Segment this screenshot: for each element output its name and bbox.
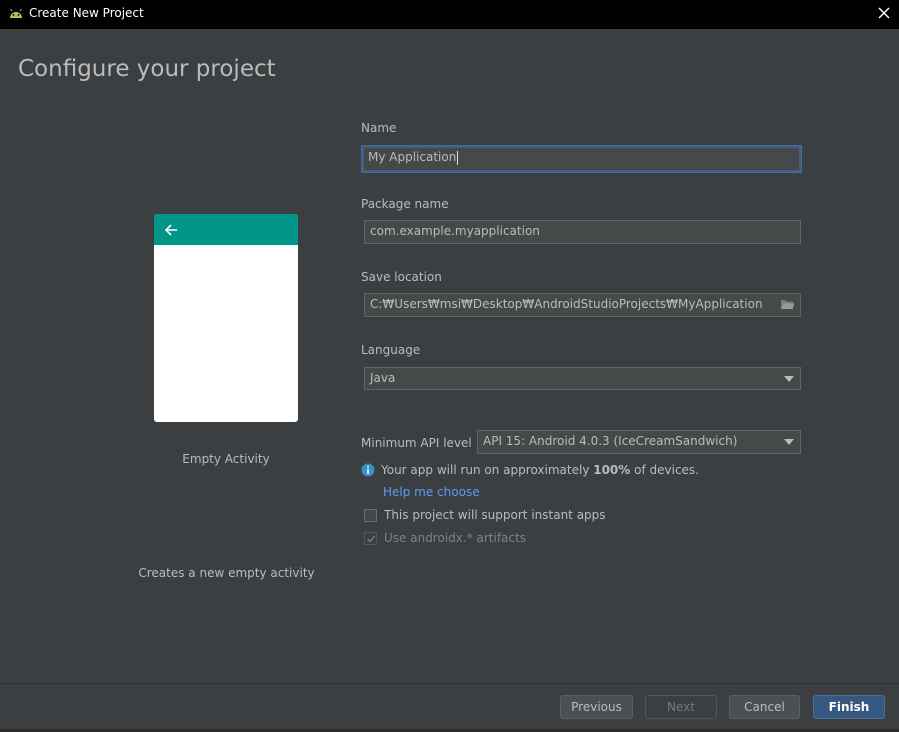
info-prefix: Your app will run on approximately <box>381 463 594 477</box>
checkmark-icon <box>367 535 376 543</box>
arrow-back-icon <box>164 224 177 236</box>
window-title: Create New Project <box>29 6 144 20</box>
instant-apps-checkbox-row[interactable]: This project will support instant apps <box>364 508 606 522</box>
androidx-checkbox-row: Use androidx.* artifacts <box>364 531 526 545</box>
min-api-dropdown[interactable]: API 15: Android 4.0.3 (IceCreamSandwich) <box>477 430 801 454</box>
info-suffix: of devices. <box>630 463 699 477</box>
info-icon <box>361 463 375 477</box>
previous-button[interactable]: Previous <box>560 695 633 719</box>
cancel-button[interactable]: Cancel <box>729 695 800 719</box>
package-name-label: Package name <box>361 197 449 211</box>
close-icon[interactable] <box>877 6 891 20</box>
save-location-label: Save location <box>361 270 442 284</box>
save-location-field[interactable]: C:₩Users₩msi₩Desktop₩AndroidStudioProjec… <box>364 293 801 317</box>
name-field[interactable]: My Application <box>362 146 801 172</box>
device-coverage-info: Your app will run on approximately 100% … <box>361 463 699 477</box>
language-dropdown[interactable]: Java <box>364 367 801 390</box>
create-project-window: Create New Project Configure your projec… <box>0 0 899 732</box>
info-percent: 100% <box>593 463 631 477</box>
name-value: My Application <box>368 150 457 164</box>
min-api-label: Minimum API level <box>361 436 472 450</box>
chevron-down-icon <box>784 439 794 445</box>
chevron-down-icon <box>784 376 794 382</box>
next-button: Next <box>645 695 717 719</box>
text-caret <box>457 150 459 165</box>
preview-app-bar <box>154 214 298 245</box>
template-preview <box>154 214 298 422</box>
page-title: Configure your project <box>18 56 276 82</box>
androidx-checkbox <box>364 531 377 545</box>
save-location-value: C:₩Users₩msi₩Desktop₩AndroidStudioProjec… <box>370 297 763 311</box>
language-value: Java <box>370 371 396 385</box>
package-name-field[interactable]: com.example.myapplication <box>364 220 801 244</box>
template-description: Creates a new empty activity <box>138 566 315 580</box>
name-label: Name <box>361 121 397 135</box>
androidx-label: Use androidx.* artifacts <box>384 531 526 545</box>
template-name: Empty Activity <box>182 452 270 466</box>
help-me-choose-link[interactable]: Help me choose <box>383 485 480 499</box>
title-bar: Create New Project <box>0 0 899 29</box>
instant-apps-label: This project will support instant apps <box>384 508 606 522</box>
min-api-value: API 15: Android 4.0.3 (IceCreamSandwich) <box>483 434 738 448</box>
finish-button[interactable]: Finish <box>813 695 885 719</box>
language-label: Language <box>361 343 421 357</box>
android-icon <box>10 8 22 18</box>
folder-icon[interactable] <box>780 298 795 311</box>
instant-apps-checkbox[interactable] <box>364 508 377 522</box>
